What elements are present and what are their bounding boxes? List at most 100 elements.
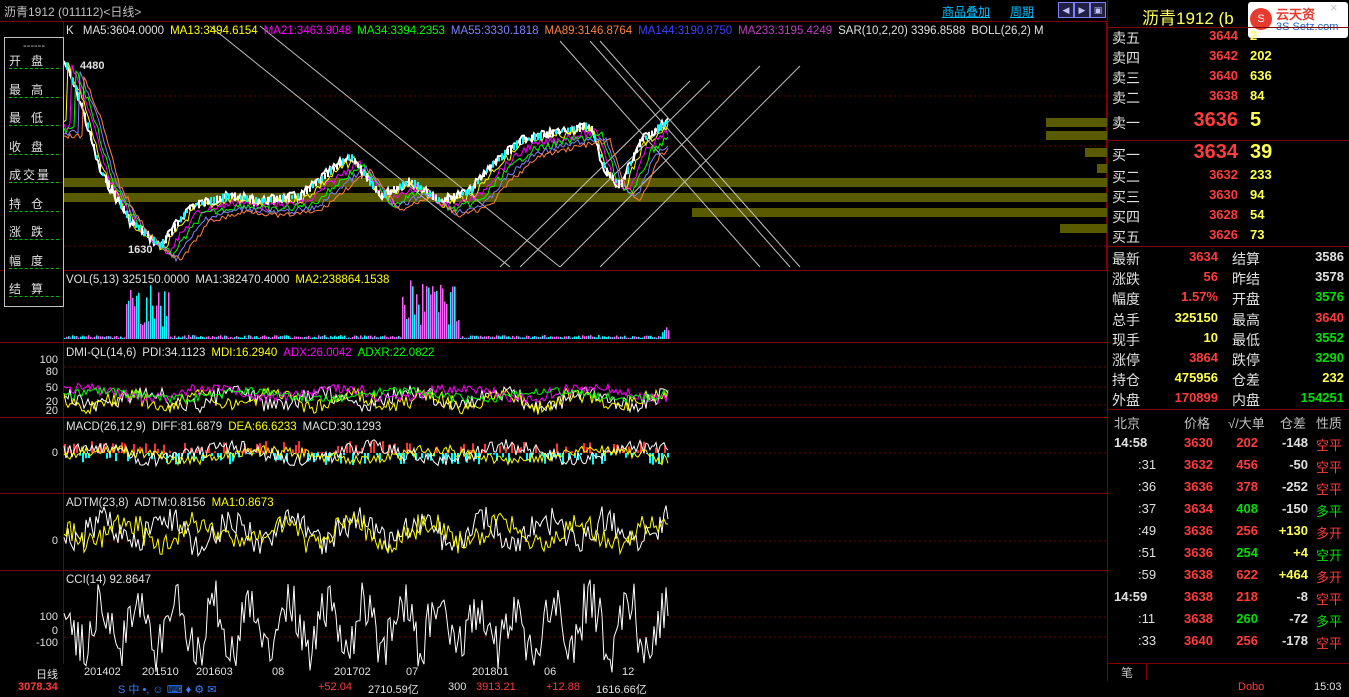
tick-volume: 254: [1224, 545, 1258, 560]
candle: [609, 172, 611, 178]
candle: [189, 205, 191, 211]
volume-bar: [248, 335, 250, 339]
period-link[interactable]: 周期: [1010, 3, 1034, 20]
ask-row[interactable]: 卖二363884: [1108, 88, 1349, 108]
macd-bar: [580, 453, 582, 455]
bid-row[interactable]: 买一363439: [1108, 143, 1349, 163]
volume-bar: [344, 336, 346, 339]
candle: [537, 134, 539, 140]
candle: [378, 191, 380, 196]
volume-bar: [276, 336, 278, 340]
tick-row: :363636378-252空平: [1108, 476, 1349, 498]
ime-icon[interactable]: S 中 •, ☺ ⌨ ♦ ⚙ ✉: [118, 681, 216, 697]
candle: [150, 236, 152, 240]
volume-bar: [458, 320, 460, 339]
ask-row[interactable]: 卖五36442: [1108, 28, 1349, 48]
candle: [477, 180, 479, 184]
ask-row[interactable]: 卖一36365: [1108, 111, 1349, 131]
candle: [444, 197, 446, 202]
zoom-icon[interactable]: ▣: [1090, 2, 1106, 18]
volume-bar: [118, 338, 120, 339]
volume-bar: [442, 288, 444, 339]
candle: [333, 167, 335, 171]
macd-bar: [214, 451, 216, 453]
candle: [561, 129, 563, 132]
volume-bar: [614, 337, 616, 339]
quote-value: 3634: [1189, 249, 1218, 264]
volume-bar: [210, 338, 212, 339]
tab-ticks[interactable]: 笔: [1108, 664, 1147, 680]
candle: [213, 197, 215, 204]
tick-row: :333640256-178空平: [1108, 630, 1349, 652]
ask-row[interactable]: 卖四3642202: [1108, 48, 1349, 68]
info-value-line: [9, 296, 59, 297]
candle: [330, 167, 332, 175]
volume-bar: [470, 336, 472, 339]
candle: [207, 200, 209, 205]
volume-bar: [498, 336, 500, 339]
volume-bar: [606, 337, 608, 339]
info-value-line: [9, 211, 59, 212]
volume-bar: [290, 338, 292, 339]
overlay-link[interactable]: 商品叠加: [942, 3, 990, 20]
candle: [129, 216, 131, 223]
volume-bar: [454, 287, 456, 340]
candle: [180, 216, 182, 222]
volume-bar: [432, 286, 434, 339]
tick-nature: 空平: [1316, 479, 1342, 498]
adtm-ma-line: [64, 512, 668, 554]
prev-arrow-icon[interactable]: ◀: [1058, 2, 1074, 18]
volume-bar: [154, 319, 156, 339]
candle: [354, 158, 356, 164]
bid-label: 买四: [1112, 207, 1140, 227]
volume-bar: [640, 338, 642, 339]
volume-bar: [170, 337, 172, 339]
volume-bar: [494, 337, 496, 339]
volume-bar: [586, 336, 588, 339]
next-arrow-icon[interactable]: ▶: [1074, 2, 1090, 18]
ask-volume: 636: [1250, 68, 1272, 83]
period-label[interactable]: 日线: [36, 666, 58, 682]
volume-bar: [556, 337, 558, 340]
macd-bar: [295, 445, 297, 453]
volume-bar: [546, 338, 548, 340]
bid-row[interactable]: 买四362854: [1108, 207, 1349, 227]
tick-volume: 622: [1224, 567, 1258, 582]
close-icon[interactable]: ×: [1330, 0, 1338, 15]
volume-bar: [180, 338, 182, 339]
gridlines: [64, 96, 1107, 637]
candle: [312, 184, 314, 188]
candle: [183, 212, 185, 218]
volume-bar: [144, 322, 146, 339]
ask-row[interactable]: 卖三3640636: [1108, 68, 1349, 88]
volume-bar: [296, 337, 298, 339]
candle: [132, 220, 134, 226]
bid-row[interactable]: 买五362673: [1108, 227, 1349, 247]
volume-bar: [548, 337, 550, 339]
bid-row[interactable]: 买三363094: [1108, 187, 1349, 207]
candle: [597, 144, 599, 149]
volume-bar: [270, 338, 272, 339]
volume-bar: [514, 337, 516, 339]
tick-nature: 空平: [1316, 435, 1342, 454]
volume-bar: [264, 335, 266, 339]
bid-row[interactable]: 买二3632233: [1108, 167, 1349, 187]
ask-label: 卖三: [1112, 68, 1140, 88]
candle: [219, 196, 221, 202]
candle: [501, 153, 503, 160]
bid-price: 3626: [1168, 227, 1238, 242]
volume-bar: [356, 336, 358, 339]
vol-legend-item: VOL(5,13) 325150.0000: [66, 274, 189, 286]
candle: [456, 193, 458, 199]
volume-bar: [84, 337, 86, 340]
quote-label: 外盘: [1112, 390, 1140, 410]
candle: [462, 192, 464, 195]
bid-price: 3630: [1168, 187, 1238, 202]
ma-legend-item: MA34:3394.2353: [357, 25, 445, 37]
tick-volume: 408: [1224, 501, 1258, 516]
candle: [630, 161, 632, 166]
volume-bar: [426, 286, 428, 339]
chart-title-bar: 沥青1912 (011112)<日线> 商品叠加 周期 ◀ ▶ ▣: [0, 0, 1107, 22]
volume-bar: [588, 336, 590, 339]
index-value: 3078.34: [18, 681, 58, 693]
